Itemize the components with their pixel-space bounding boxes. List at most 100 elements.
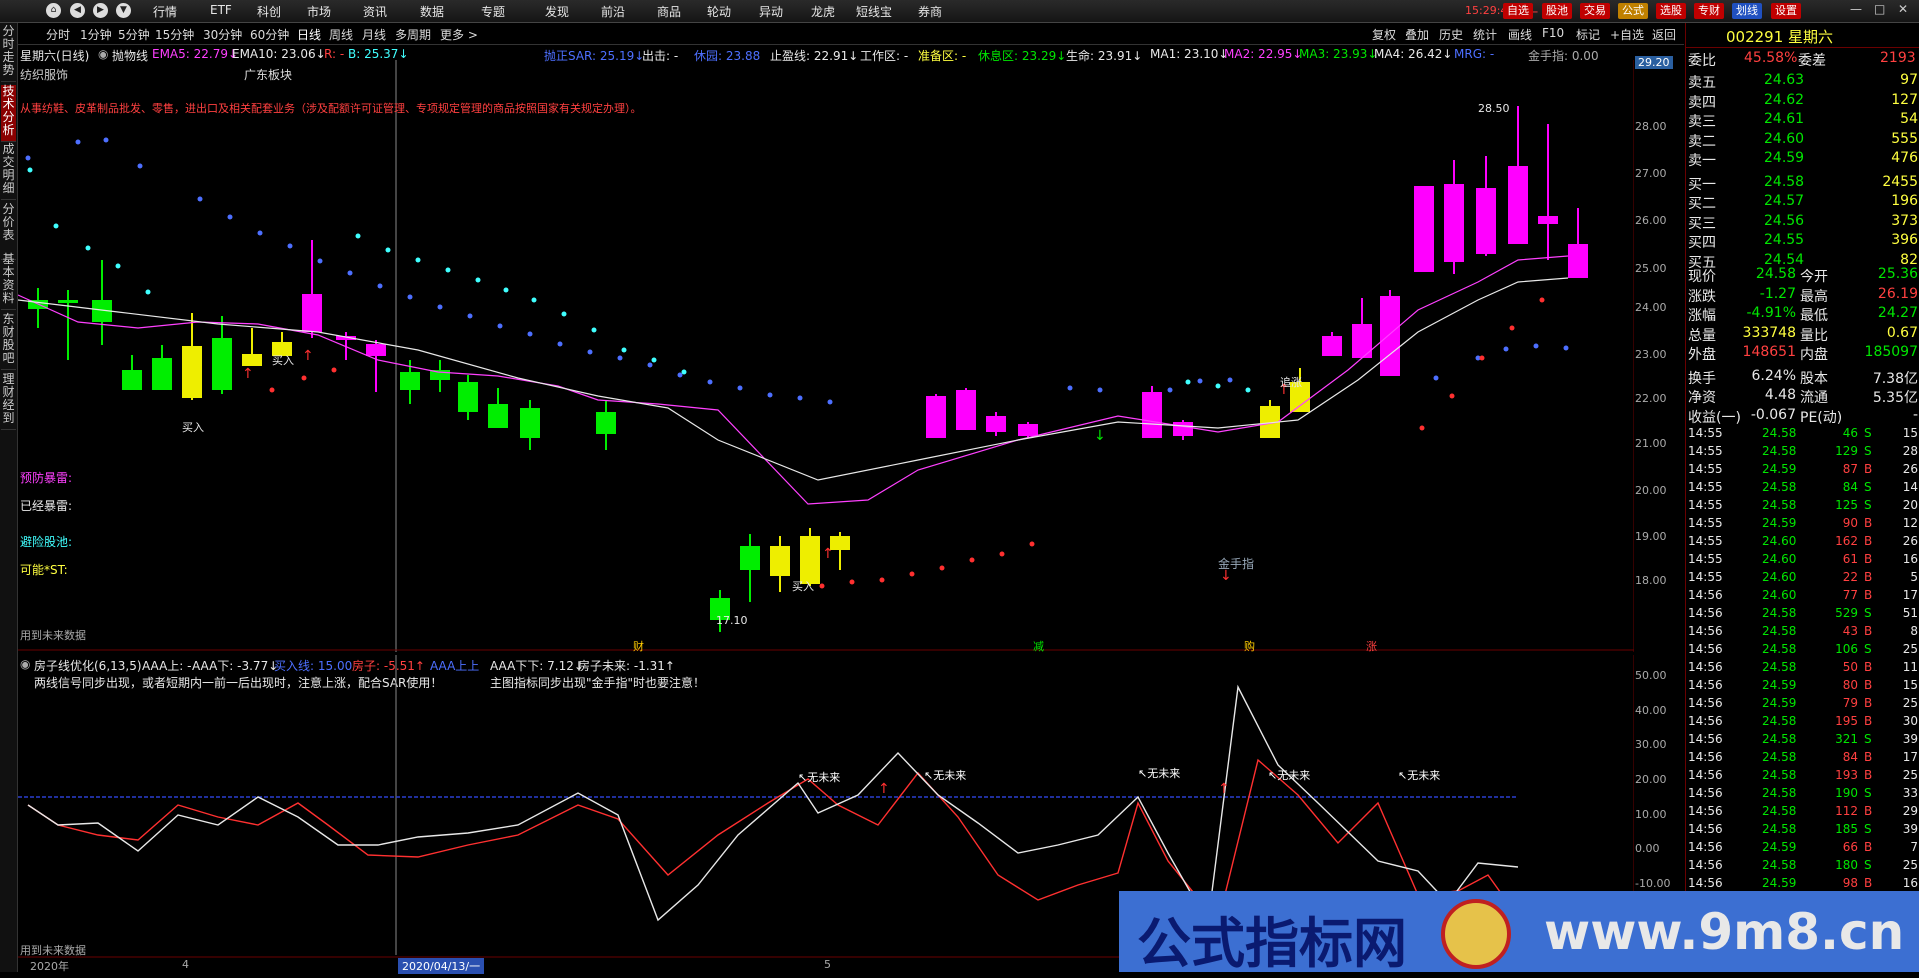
sar-dot xyxy=(561,311,567,317)
left-tab[interactable]: 理财经到 xyxy=(1,373,16,430)
sar-dot xyxy=(707,379,713,385)
candle-body xyxy=(1476,188,1496,254)
indicator-toggle-icon[interactable]: ◉ xyxy=(98,47,108,61)
menu-item[interactable]: 轮动 xyxy=(707,3,731,20)
period-tab[interactable]: 周线 xyxy=(329,26,353,43)
warn-label-3: 避险股池: xyxy=(20,535,73,549)
sub-tick: 0.00 xyxy=(1635,842,1660,855)
toolbar-button[interactable]: 划线 xyxy=(1732,3,1762,19)
chart-tool[interactable]: 统计 xyxy=(1473,26,1497,43)
period-tab[interactable]: 15分钟 xyxy=(155,26,194,43)
menu-item[interactable]: 龙虎 xyxy=(811,3,835,20)
period-tab[interactable]: 分时 xyxy=(46,26,70,43)
toolbar-button[interactable]: 自选 xyxy=(1503,3,1533,19)
chart-tool[interactable]: 复权 xyxy=(1372,26,1396,43)
period-tab[interactable]: 月线 xyxy=(362,26,386,43)
period-tab[interactable]: 60分钟 xyxy=(250,26,289,43)
price-tick: 27.00 xyxy=(1635,167,1667,180)
period-tab[interactable]: 日线 xyxy=(297,26,321,43)
chart-tool[interactable]: F10 xyxy=(1542,26,1564,40)
left-tab[interactable]: 东财股吧 xyxy=(1,313,16,370)
stat-value: 6.24% xyxy=(1751,367,1796,384)
menu-item[interactable]: 行情 xyxy=(153,3,177,20)
menu-item[interactable]: 市场 xyxy=(307,3,331,20)
forward-icon[interactable]: ▶ xyxy=(93,3,108,18)
left-tab[interactable]: 技术分析 xyxy=(1,85,16,142)
home-icon[interactable]: ⌂ xyxy=(46,3,61,18)
toolbar-button[interactable]: 专财 xyxy=(1694,3,1724,19)
chart-tool[interactable]: 标记 xyxy=(1576,26,1600,43)
tick-price: 24.58 xyxy=(1762,750,1797,764)
menu-item[interactable]: 科创 xyxy=(257,3,281,20)
bid-volume: 196 xyxy=(1891,193,1918,209)
chart-tool[interactable]: 画线 xyxy=(1508,26,1532,43)
toolbar-button[interactable]: 选股 xyxy=(1656,3,1686,19)
tick-price: 24.58 xyxy=(1762,768,1797,782)
stat-value: 24.27 xyxy=(1877,305,1918,321)
menu-item[interactable]: 异动 xyxy=(759,3,783,20)
tick-price: 24.58 xyxy=(1762,642,1797,656)
period-tab[interactable]: 30分钟 xyxy=(203,26,242,43)
tick-count: 7 xyxy=(1910,840,1918,854)
bid-row: 买四 24.55 396 xyxy=(1686,231,1919,251)
ema5-value: EMA5: 22.79↓ xyxy=(152,47,239,61)
buy-arrow-icon: ↑ xyxy=(822,546,834,562)
dropdown-icon[interactable]: ▼ xyxy=(116,3,131,18)
period-tab[interactable]: 1分钟 xyxy=(80,26,112,43)
tick-volume: 180 xyxy=(1835,858,1858,872)
tick-side: S xyxy=(1864,606,1872,620)
tick-time: 14:56 xyxy=(1688,642,1723,656)
main-candlestick-chart[interactable]: ↑↑↑↑↓↓ xyxy=(18,60,1634,652)
menu-item[interactable]: 资讯 xyxy=(363,3,387,20)
close-icon[interactable]: ✕ xyxy=(1898,2,1908,16)
tick-price: 24.58 xyxy=(1762,714,1797,728)
toolbar-button[interactable]: 股池 xyxy=(1542,3,1572,19)
menu-item[interactable]: 短线宝 xyxy=(856,3,892,20)
date-tick: 4 xyxy=(182,958,189,971)
left-tab[interactable]: 基本资料 xyxy=(1,253,16,310)
menu-item[interactable]: 券商 xyxy=(918,3,942,20)
watermark-text: 公式指标网 xyxy=(1137,912,1407,975)
chart-tool[interactable]: 返回 xyxy=(1652,26,1676,43)
chart-tool[interactable]: 历史 xyxy=(1439,26,1463,43)
menu-item[interactable]: 数据 xyxy=(420,3,444,20)
maximize-icon[interactable]: □ xyxy=(1874,2,1885,16)
tick-row: 14:55 24.58 84 S 14 xyxy=(1686,478,1919,496)
stat-value: - xyxy=(1912,406,1918,423)
period-tab[interactable]: 5分钟 xyxy=(118,26,150,43)
tick-row: 14:56 24.58 50 B 11 xyxy=(1686,658,1919,676)
period-tab[interactable]: 多周期 xyxy=(395,26,431,43)
back-icon[interactable]: ◀ xyxy=(70,3,85,18)
toolbar-button[interactable]: 公式 xyxy=(1618,3,1648,19)
ask-price: 24.61 xyxy=(1764,111,1805,127)
menu-item[interactable]: 前沿 xyxy=(601,3,625,20)
left-tab[interactable]: 成交明细 xyxy=(1,143,16,200)
signal-label: ↖无未来 xyxy=(798,771,840,784)
tick-volume: 43 xyxy=(1842,624,1858,638)
chart-tool[interactable]: +自选 xyxy=(1610,26,1644,43)
sar-dot xyxy=(75,139,81,145)
period-tab[interactable]: 更多 > xyxy=(440,26,478,43)
tick-side: B xyxy=(1864,552,1873,566)
warn-label-2: 已经暴雷: xyxy=(20,499,73,513)
toolbar-button[interactable]: 交易 xyxy=(1580,3,1610,19)
menu-item[interactable]: 商品 xyxy=(657,3,681,20)
toolbar-button[interactable]: 设置 xyxy=(1771,3,1801,19)
stat-label: 内盘 xyxy=(1800,347,1828,363)
chart-tool[interactable]: 叠加 xyxy=(1405,26,1429,43)
stat-row: 涨幅 -4.91% 最低 24.27 xyxy=(1686,304,1919,324)
menu-item[interactable]: 专题 xyxy=(481,3,505,20)
menu-item[interactable]: 发现 xyxy=(545,3,569,20)
left-tab[interactable]: 分时走势 xyxy=(1,25,16,82)
menu-item[interactable]: ETF xyxy=(210,3,232,17)
ema10-value: EMA10: 23.06↓ xyxy=(232,47,326,61)
candle-body xyxy=(58,300,78,303)
sar-dot xyxy=(301,375,307,381)
minimize-icon[interactable]: — xyxy=(1850,2,1862,16)
tick-time: 14:56 xyxy=(1688,660,1723,674)
tick-side: B xyxy=(1864,624,1873,638)
tick-volume: 193 xyxy=(1835,768,1858,782)
sar-dot xyxy=(103,137,109,143)
candle-body xyxy=(122,370,142,390)
sar-dot xyxy=(53,223,59,229)
